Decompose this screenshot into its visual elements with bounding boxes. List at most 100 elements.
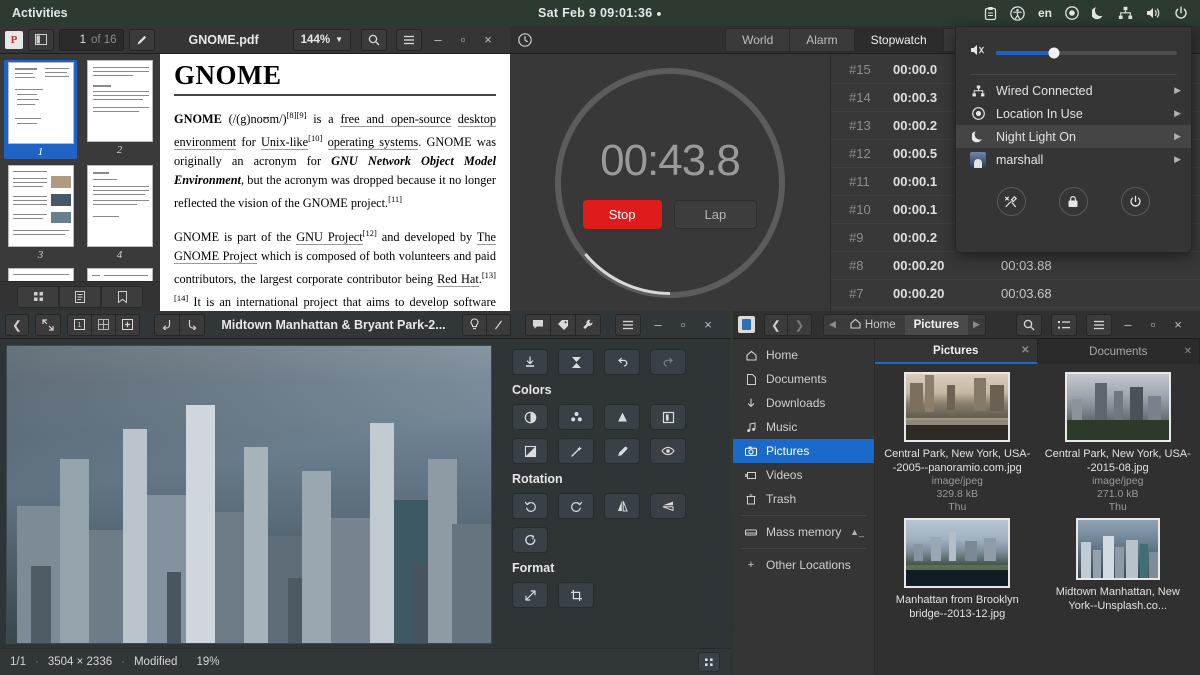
rotate-right-icon[interactable] bbox=[558, 493, 594, 519]
volume-icon[interactable] bbox=[1146, 6, 1161, 20]
accessibility-icon[interactable] bbox=[1010, 5, 1025, 21]
thumbnail-page[interactable]: 2 bbox=[83, 60, 156, 159]
maximize-button[interactable]: ▫ bbox=[1142, 315, 1164, 335]
tab-documents[interactable]: Documents ✕ bbox=[1038, 339, 1200, 364]
fullscreen-icon[interactable] bbox=[35, 313, 61, 336]
file-item[interactable]: Central Park, New York, USA--2005--panor… bbox=[879, 372, 1036, 514]
rotate-left-icon[interactable] bbox=[512, 493, 548, 519]
thumbnails-tab[interactable] bbox=[17, 285, 59, 308]
sidebar-item-documents[interactable]: Documents bbox=[733, 367, 874, 391]
breadcrumb[interactable]: ◀ Home Pictures ▶ bbox=[823, 313, 986, 336]
bookmarks-tab[interactable] bbox=[101, 285, 143, 308]
sysmenu-item-network[interactable]: Wired Connected ▶ bbox=[956, 79, 1191, 102]
location-icon[interactable] bbox=[1065, 6, 1079, 20]
lock-button[interactable] bbox=[1058, 187, 1088, 216]
contrast-icon[interactable] bbox=[512, 404, 548, 430]
status-area[interactable]: en bbox=[978, 0, 1194, 26]
thumbnail-page[interactable]: 3 bbox=[4, 165, 77, 262]
hamburger-icon[interactable] bbox=[615, 313, 641, 336]
sidebar-item-home[interactable]: Home bbox=[733, 343, 874, 367]
curves-icon[interactable] bbox=[604, 404, 640, 430]
sidebar-item-videos[interactable]: Videos bbox=[733, 463, 874, 487]
clipboard-icon[interactable] bbox=[984, 6, 997, 21]
chevron-left-icon[interactable]: ❮ bbox=[5, 313, 29, 336]
nav-group[interactable] bbox=[154, 313, 205, 336]
meta-group[interactable] bbox=[525, 313, 601, 336]
keyboard-layout-indicator[interactable]: en bbox=[1038, 6, 1052, 20]
flip-vertical-icon[interactable] bbox=[650, 493, 686, 519]
volume-icon[interactable] bbox=[970, 43, 986, 62]
page-number-input[interactable]: 1 of 16 bbox=[59, 28, 124, 51]
sidebar-item-downloads[interactable]: Downloads bbox=[733, 391, 874, 415]
thumbnail-page[interactable]: 5 bbox=[4, 268, 77, 281]
tab-alarm[interactable]: Alarm bbox=[790, 27, 855, 52]
sysmenu-item-user[interactable]: marshall ▶ bbox=[956, 148, 1191, 171]
grid-toggle-button[interactable] bbox=[698, 652, 720, 672]
sidebar-item-other-locations[interactable]: + Other Locations bbox=[733, 553, 874, 577]
power-button[interactable] bbox=[1121, 187, 1151, 216]
search-icon[interactable] bbox=[361, 28, 387, 51]
saturation-icon[interactable] bbox=[558, 404, 594, 430]
tag-icon[interactable] bbox=[551, 313, 576, 336]
settings-button[interactable] bbox=[996, 187, 1026, 216]
activities-button[interactable]: Activities bbox=[0, 6, 80, 20]
stop-button[interactable]: Stop bbox=[582, 200, 662, 229]
sysmenu-item-location[interactable]: Location In Use ▶ bbox=[956, 102, 1191, 125]
tab-world[interactable]: World bbox=[725, 27, 791, 52]
levels-icon[interactable] bbox=[650, 404, 686, 430]
maximize-button[interactable]: ▫ bbox=[452, 30, 474, 50]
file-item[interactable]: Central Park, New York, USA--2015-08.jpg… bbox=[1040, 372, 1197, 514]
close-button[interactable]: × bbox=[1167, 315, 1189, 335]
sysmenu-item-night-light[interactable]: Night Light On ▶ bbox=[956, 125, 1191, 148]
minimize-button[interactable]: – bbox=[647, 315, 669, 335]
maximize-button[interactable]: ▫ bbox=[672, 315, 694, 335]
breadcrumb-item-home[interactable]: Home bbox=[841, 315, 905, 335]
sidebar-item-trash[interactable]: Trash bbox=[733, 487, 874, 511]
volume-slider[interactable] bbox=[996, 47, 1177, 58]
tab-pictures[interactable]: Pictures ✕ bbox=[875, 339, 1038, 364]
view-mode-group[interactable]: 1 bbox=[67, 313, 140, 336]
list-view-icon[interactable] bbox=[1051, 313, 1077, 336]
thumbnail-page[interactable]: 6 bbox=[83, 268, 156, 281]
annotate-group[interactable] bbox=[462, 313, 511, 336]
flip-horizontal-icon[interactable] bbox=[604, 493, 640, 519]
close-tab-icon[interactable]: ✕ bbox=[1021, 345, 1029, 356]
chevron-right-icon[interactable]: ❯ bbox=[788, 313, 812, 336]
night-light-icon[interactable] bbox=[1092, 6, 1105, 20]
sidebar-toggle-icon[interactable] bbox=[28, 28, 54, 51]
redo-icon[interactable] bbox=[650, 349, 686, 375]
export-icon[interactable] bbox=[558, 349, 594, 375]
thumbnail-list[interactable]: 1 2 3 4 bbox=[0, 54, 160, 281]
tab-stopwatch[interactable]: Stopwatch bbox=[854, 27, 944, 52]
crop-icon[interactable] bbox=[558, 582, 594, 608]
volume-knob[interactable] bbox=[1048, 47, 1060, 58]
history-nav-group[interactable]: ❮ ❯ bbox=[764, 313, 812, 336]
pdf-page-content[interactable]: GNOME GNOME (/(g)noʊm/)[8][9] is a free … bbox=[160, 54, 510, 311]
thumbnail-page[interactable]: 1 bbox=[4, 60, 77, 159]
network-wired-icon[interactable] bbox=[1118, 6, 1133, 20]
grid-icon[interactable] bbox=[698, 652, 720, 672]
sidebar-item-pictures[interactable]: Pictures bbox=[733, 439, 874, 463]
search-icon[interactable] bbox=[1016, 313, 1042, 336]
zoom-selector[interactable]: 144% ▼ bbox=[292, 28, 351, 51]
file-item[interactable]: Manhattan from Brooklyn bridge--2013-12.… bbox=[879, 518, 1036, 621]
preview-eye-icon[interactable] bbox=[650, 438, 686, 464]
breadcrumb-scroll-left-icon[interactable]: ◀ bbox=[824, 319, 841, 330]
pencil-icon[interactable] bbox=[128, 28, 155, 51]
straighten-icon[interactable] bbox=[512, 527, 548, 553]
close-button[interactable]: × bbox=[477, 30, 499, 50]
sidebar-item-music[interactable]: Music bbox=[733, 415, 874, 439]
image-canvas[interactable] bbox=[6, 345, 492, 644]
sidebar-item-mass-memory[interactable]: Mass memory ▲_ bbox=[733, 520, 874, 544]
edit-icon[interactable] bbox=[487, 313, 511, 336]
undo-icon[interactable] bbox=[604, 349, 640, 375]
volume-row[interactable] bbox=[956, 35, 1191, 72]
resize-icon[interactable] bbox=[512, 582, 548, 608]
single-page-icon[interactable]: 1 bbox=[67, 313, 92, 336]
hamburger-icon[interactable] bbox=[396, 28, 422, 51]
previous-icon[interactable] bbox=[154, 313, 180, 336]
close-tab-icon[interactable]: ✕ bbox=[1184, 346, 1192, 357]
add-view-icon[interactable] bbox=[116, 313, 140, 336]
save-icon[interactable] bbox=[512, 349, 548, 375]
power-icon[interactable] bbox=[1174, 6, 1188, 20]
